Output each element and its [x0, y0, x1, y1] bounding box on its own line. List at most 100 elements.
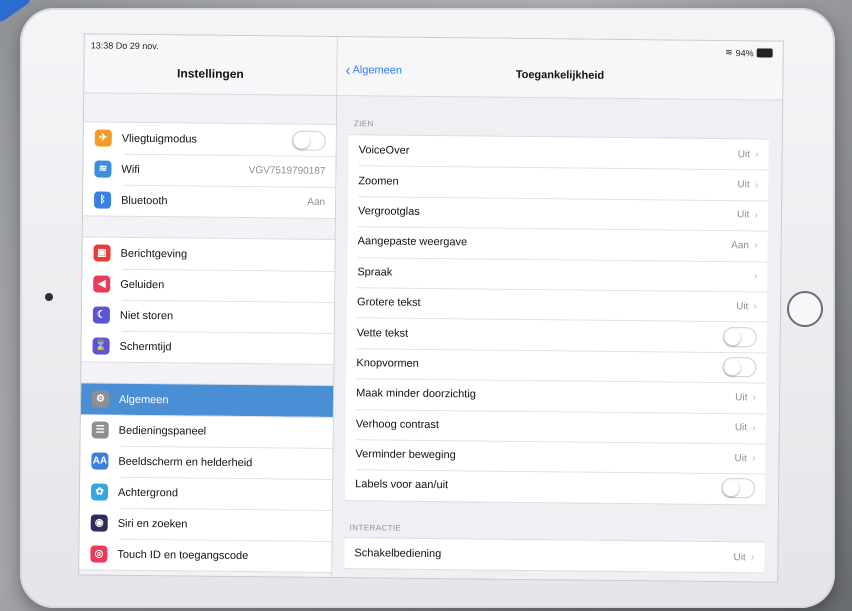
airplane-mode-toggle[interactable]: [291, 130, 326, 151]
setting-row-schakelbediening[interactable]: Schakelbediening Uit ›: [344, 538, 764, 573]
setting-value: Uit: [734, 452, 747, 464]
sidebar-item-siri-en-zoeken[interactable]: ◉ Siri en zoeken: [80, 507, 332, 541]
vette-tekst-toggle[interactable]: [722, 326, 757, 347]
sidebar-item-label: Touch ID en toegangscode: [117, 548, 249, 562]
sidebar-item-vliegtuigmodus[interactable]: ✈ Vliegtuigmodus: [84, 122, 336, 156]
moon-icon: ☾: [92, 306, 110, 324]
settings-sidebar: 13:38 Do 29 nov. Instellingen ✈ Vliegtuig…: [79, 34, 338, 577]
setting-row-verhoog-contrast[interactable]: Verhoog contrast Uit ›: [346, 409, 766, 444]
setting-row-grotere-tekst[interactable]: Grotere tekst Uit ›: [347, 287, 767, 322]
sidebar-item-algemeen[interactable]: ⚙ Algemeen: [80, 383, 334, 417]
setting-value: Uit: [736, 300, 749, 312]
sidebar-item-label: Niet storen: [119, 309, 174, 322]
sidebar-item-label: Schermtijd: [119, 340, 172, 353]
setting-label: Vette tekst: [356, 326, 409, 340]
knopvormen-toggle[interactable]: [722, 356, 757, 378]
display-icon: AA: [91, 452, 109, 470]
sidebar-item-bedieningspaneel[interactable]: ☰ Bedieningspaneel: [81, 414, 333, 448]
setting-value: Uit: [737, 148, 751, 161]
sidebar-item-value: VGV7519790187: [248, 165, 326, 177]
setting-label: Vergrootglas: [357, 205, 420, 218]
setting-label: Labels voor aan/uit: [355, 478, 449, 492]
vision-settings-group: VoiceOver Uit › Zoomen Uit › Vergrootglas Uit › A…: [344, 134, 769, 506]
setting-label: Aangepaste weergave: [357, 235, 468, 249]
setting-row-spraak[interactable]: Spraak ›: [347, 257, 767, 292]
sidebar-item-label: Achtergrond: [117, 486, 179, 499]
setting-value: Uit: [737, 209, 750, 221]
sidebar-item-achtergrond[interactable]: ✿ Achtergrond: [80, 476, 332, 510]
sidebar-title: Instellingen: [177, 66, 244, 82]
setting-label: VoiceOver: [358, 144, 410, 157]
sidebar-item-berichtgeving[interactable]: ▣ Berichtgeving: [82, 237, 334, 271]
setting-row-aangepaste-weergave[interactable]: Aangepaste weergave Aan ›: [348, 226, 768, 261]
sidebar-item-label: Bluetooth: [121, 194, 168, 207]
chevron-right-icon: ›: [753, 239, 758, 252]
battery-icon: [756, 48, 773, 58]
sidebar-item-touch-id-en-toegangscode[interactable]: ◎ Touch ID en toegangscode: [79, 538, 331, 572]
setting-value: Aan: [731, 239, 750, 252]
setting-row-vette-tekst[interactable]: Vette tekst: [347, 317, 767, 352]
setting-row-knopvormen[interactable]: Knopvormen: [346, 348, 766, 383]
sidebar-item-value: Aan: [307, 196, 326, 208]
sidebar-item-schermtijd[interactable]: ⌛ Schermtijd: [81, 330, 333, 364]
ipad-screen: 13:38 Do 29 nov. Instellingen ✈ Vliegtuig…: [79, 34, 783, 582]
sidebar-item-niet-storen[interactable]: ☾ Niet storen: [82, 299, 334, 333]
wifi-status-icon: ≋: [725, 47, 733, 58]
labels-voor-aan-uit-toggle[interactable]: [721, 478, 756, 499]
chevron-right-icon: ›: [750, 551, 755, 564]
setting-row-maak-minder-doorzichtig[interactable]: Maak minder doorzichtig Uit ›: [346, 378, 766, 413]
gear-icon: ⚙: [91, 390, 110, 408]
control-center-icon: ☰: [91, 421, 109, 439]
setting-value: Uit: [734, 422, 748, 434]
sidebar-item-label: Vliegtuigmodus: [121, 132, 198, 146]
sidebar-item-bluetooth[interactable]: ᛒ Bluetooth Aan: [83, 184, 335, 218]
setting-label: Schakelbediening: [354, 547, 442, 561]
setting-value: Uit: [735, 392, 748, 404]
setting-row-zoomen[interactable]: Zoomen Uit ›: [348, 166, 768, 201]
setting-row-verminder-beweging[interactable]: Verminder beweging Uit ›: [345, 439, 765, 474]
settings-group-general: ⚙ Algemeen ☰ Bedieningspaneel AA Beeldscherm …: [79, 382, 334, 573]
settings-group-connectivity: ✈ Vliegtuigmodus ≋ Wifi VGV7519790187 ᛒ Blueto…: [82, 121, 336, 219]
battery-percentage: 94%: [735, 47, 754, 58]
airplane-icon: ✈: [94, 129, 112, 147]
sidebar-item-beeldscherm-en-helderheid[interactable]: AA Beeldscherm en helderheid: [80, 445, 332, 479]
sidebar-item-label: Beeldscherm en helderheid: [118, 455, 253, 469]
home-button[interactable]: [787, 291, 823, 327]
sidebar-item-label: Siri en zoeken: [117, 517, 188, 530]
chevron-right-icon: ›: [753, 270, 758, 283]
chevron-right-icon: ›: [754, 209, 759, 222]
setting-label: Maak minder doorzichtig: [356, 387, 477, 401]
setting-label: Grotere tekst: [356, 296, 421, 310]
bluetooth-icon: ᛒ: [94, 191, 112, 209]
nav-bar: ‹ Algemeen Toegankelijkheid ≋ 94%: [337, 37, 783, 101]
sidebar-item-label: Wifi: [121, 163, 140, 176]
section-label-vision: ZIEN: [353, 119, 374, 129]
status-battery: ≋ 94%: [725, 47, 773, 58]
setting-label: Verminder beweging: [355, 448, 456, 462]
accessibility-pane: ‹ Algemeen Toegankelijkheid ≋ 94% ZIEN V…: [332, 37, 783, 582]
sidebar-item-wifi[interactable]: ≋ Wifi VGV7519790187: [83, 153, 335, 187]
ipad-device: 13:38 Do 29 nov. Instellingen ✈ Vliegtuig…: [20, 8, 835, 608]
chevron-right-icon: ›: [752, 422, 756, 435]
settings-group-notifications: ▣ Berichtgeving ◀ Geluiden ☾ Niet storen ⌛ Sche…: [81, 236, 335, 365]
sidebar-item-label: Berichtgeving: [120, 247, 188, 260]
sidebar-item-label: Algemeen: [118, 393, 169, 406]
setting-row-labels-voor-aan-uit[interactable]: Labels voor aan/uit: [345, 469, 765, 504]
setting-label: Verhoog contrast: [355, 417, 440, 431]
setting-row-voiceover[interactable]: VoiceOver Uit ›: [348, 135, 768, 170]
sidebar-item-geluiden[interactable]: ◀ Geluiden: [82, 268, 334, 302]
chevron-right-icon: ›: [754, 178, 759, 191]
sounds-icon: ◀: [93, 275, 111, 293]
siri-icon: ◉: [90, 514, 108, 532]
sidebar-item-label: Geluiden: [120, 278, 165, 291]
sidebar-item-label: Bedieningspaneel: [118, 424, 207, 438]
setting-label: Knopvormen: [356, 357, 419, 370]
setting-value: Uit: [737, 179, 750, 191]
fingerprint-icon: ◎: [90, 545, 108, 563]
notifications-icon: ▣: [93, 244, 111, 262]
setting-row-vergrootglas[interactable]: Vergrootglas Uit ›: [348, 196, 768, 231]
setting-label: Zoomen: [358, 174, 399, 188]
page-title: Toegankelijkheid: [515, 68, 605, 82]
hourglass-icon: ⌛: [92, 337, 110, 355]
chevron-right-icon: ›: [754, 148, 759, 161]
